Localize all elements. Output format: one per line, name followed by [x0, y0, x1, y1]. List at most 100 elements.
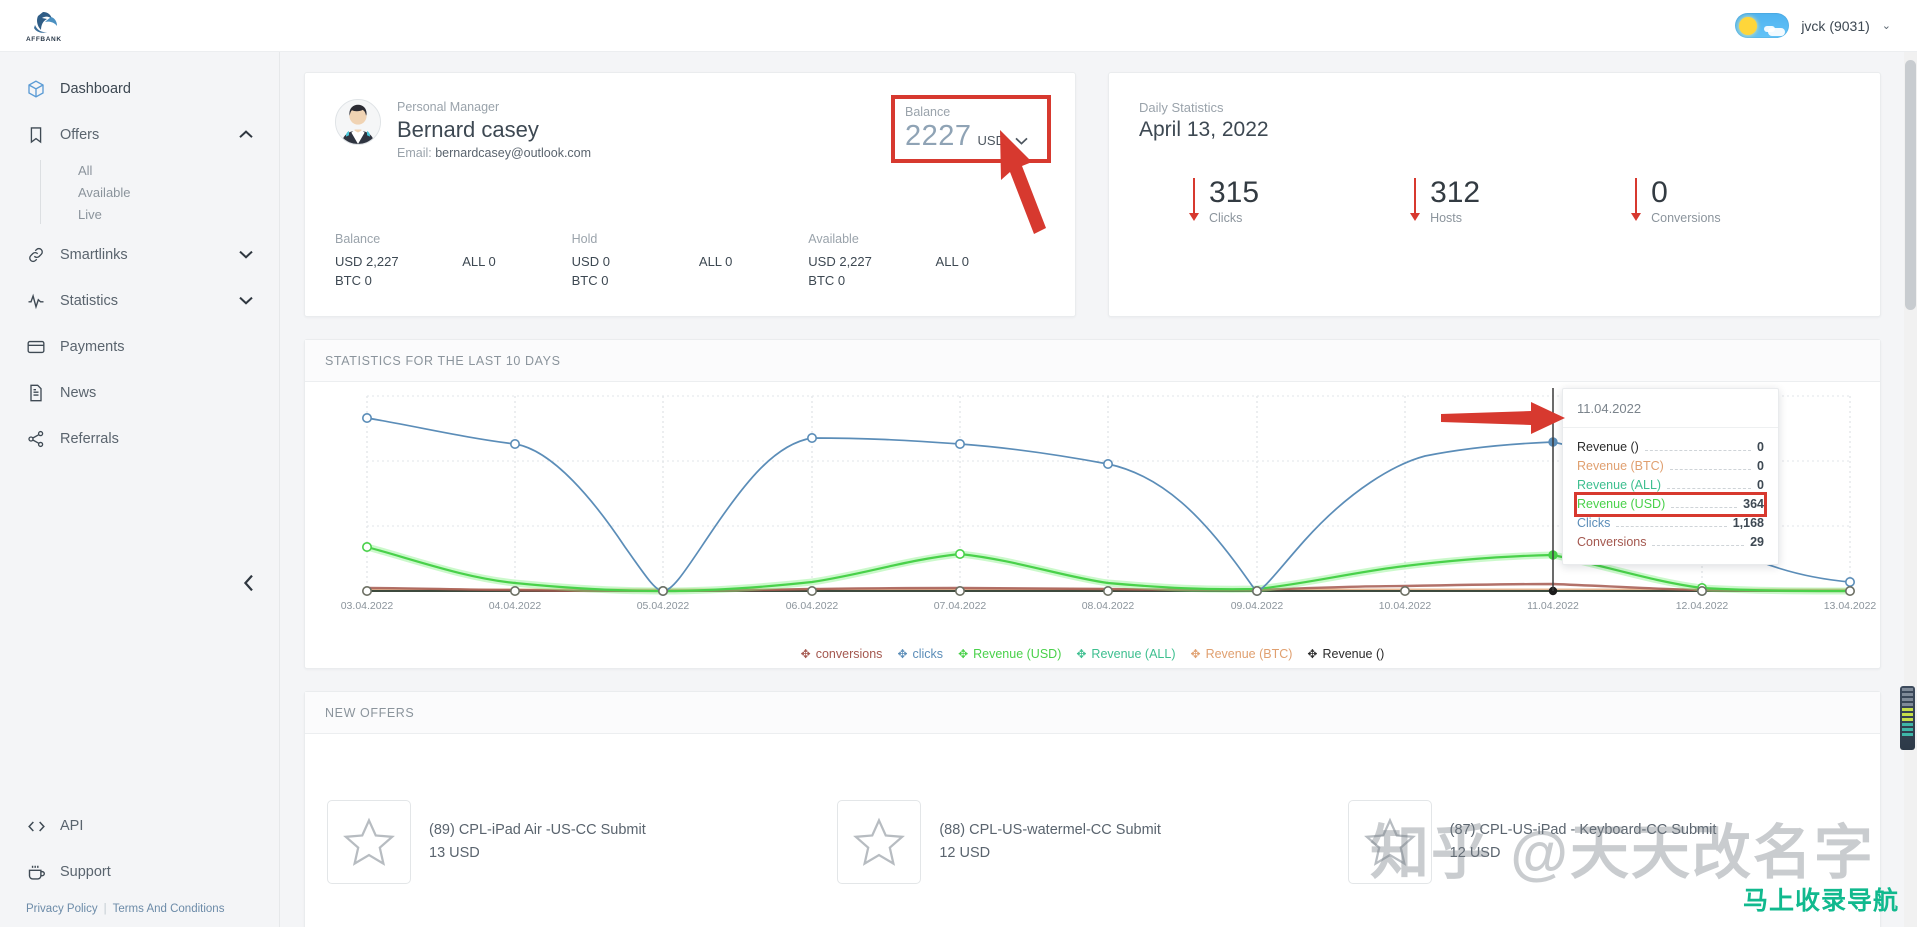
sidebar-subitem-live[interactable]: Live [0, 204, 279, 226]
legend-label: Revenue (USD) [973, 647, 1062, 661]
sidebar-item-label: Offers [60, 127, 100, 143]
offer-thumbnail [837, 800, 922, 884]
chevron-down-icon[interactable]: ⌄ [1882, 19, 1891, 32]
new-offers-card: NEW OFFERS (89) CPL-iPad Air -US-CC Subm… [304, 691, 1881, 927]
column-usd: USD 2,227 [808, 254, 872, 269]
column-all: ALL 0 [698, 254, 733, 269]
legend-item-revenue-all[interactable]: ✥ Revenue (ALL) [1076, 647, 1175, 661]
offer-text: (88) CPL-US-watermel-CC Submit 12 USD [939, 819, 1161, 865]
offer-item[interactable]: (89) CPL-iPad Air -US-CC Submit 13 USD [327, 800, 837, 884]
legend-item-revenue-btc[interactable]: ✥ Revenue (BTC) [1191, 647, 1293, 661]
personal-manager-label: Personal Manager [397, 100, 500, 114]
offer-thumbnail [327, 800, 411, 884]
offer-item[interactable]: (88) CPL-US-watermel-CC Submit 12 USD [837, 800, 1347, 884]
chevron-down-icon[interactable] [239, 295, 253, 307]
star-icon [343, 817, 395, 866]
svg-text:04.04.2022: 04.04.2022 [489, 600, 542, 612]
sidebar-item-label: Referrals [60, 431, 119, 447]
svg-text:11.04.2022: 11.04.2022 [1527, 600, 1579, 612]
sidebar-item-payments[interactable]: Payments [0, 324, 279, 370]
sidebar-item-referrals[interactable]: Referrals [0, 416, 279, 462]
privacy-policy-link[interactable]: Privacy Policy [26, 903, 98, 915]
side-widget-indicator[interactable] [1900, 686, 1915, 750]
legend-label: Revenue (BTC) [1205, 647, 1293, 661]
sidebar-collapse-button[interactable] [237, 571, 261, 595]
legend-item-conversions[interactable]: ✥ conversions [801, 647, 883, 661]
sidebar-subitem-all[interactable]: All [0, 160, 279, 182]
username-label[interactable]: jvck (9031) [1801, 18, 1869, 34]
annotation-arrow-tooltip [1439, 400, 1567, 441]
column-all: ALL 0 [462, 254, 496, 269]
svg-text:07.04.2022: 07.04.2022 [934, 600, 987, 612]
tooltip-date: 11.04.2022 [1563, 389, 1778, 428]
chevron-down-icon[interactable] [239, 249, 253, 261]
down-arrow-icon [1189, 178, 1199, 221]
offer-title: (87) CPL-US-iPad - Keyboard-CC Submit [1449, 822, 1717, 838]
column-title: Balance [335, 232, 381, 246]
link-icon [26, 245, 60, 265]
balance-column-alt: ALL 0 [462, 232, 571, 290]
metric-value: 0 [1651, 176, 1668, 209]
legend-marker-icon: ✥ [1190, 647, 1201, 661]
terms-link[interactable]: Terms And Conditions [113, 903, 225, 915]
chart-tooltip: 11.04.2022 Revenue () 0 Revenue (BTC) 0 [1441, 388, 1779, 565]
sidebar-item-statistics[interactable]: Statistics [0, 278, 279, 324]
chart-x-axis-labels: 03.04.2022 04.04.2022 05.04.2022 06.04.2… [341, 600, 1877, 612]
column-title-spacer [699, 232, 808, 246]
legal-links: Privacy Policy | Terms And Conditions [0, 895, 280, 915]
sidebar-item-label: Support [60, 864, 111, 880]
legend-item-revenue-empty[interactable]: ✥ Revenue () [1307, 647, 1384, 661]
balance-column: Balance USD 2,227 BTC 0 ALL 0 [335, 232, 572, 290]
page-scrollbar-thumb[interactable] [1905, 60, 1916, 310]
sidebar-item-label: Statistics [60, 293, 119, 309]
tooltip-dots [1669, 469, 1752, 470]
legend-marker-icon: ✥ [1307, 647, 1318, 661]
chevron-up-icon[interactable] [239, 129, 253, 141]
column-usd: USD 2,227 [335, 254, 399, 269]
widget-bar [1902, 708, 1913, 711]
svg-text:13.04.2022: 13.04.2022 [1824, 600, 1877, 612]
tooltip-value: 364 [1743, 497, 1764, 511]
sidebar-item-support[interactable]: Support [0, 849, 280, 895]
svg-text:05.04.2022: 05.04.2022 [637, 600, 690, 612]
legend-marker-icon: ✥ [958, 647, 969, 661]
metric-caption: Conversions [1651, 211, 1721, 225]
sidebar-item-dashboard[interactable]: Dashboard [0, 66, 279, 112]
sidebar-item-smartlinks[interactable]: Smartlinks [0, 232, 279, 278]
app-logo[interactable]: AFFBANK [0, 9, 280, 43]
chevron-down-icon[interactable] [1015, 133, 1028, 148]
daily-statistics-date: April 13, 2022 [1139, 118, 1269, 141]
manager-name: Bernard casey [397, 117, 539, 142]
legend-marker-icon: ✥ [800, 647, 811, 661]
balance-column: Available USD 2,227 BTC 0 ALL 0 [808, 232, 1045, 290]
sidebar-subitem-available[interactable]: Available [0, 182, 279, 204]
legend-item-revenue-usd[interactable]: ✥ Revenue (USD) [958, 647, 1061, 661]
column-title-spacer [936, 232, 1045, 246]
balance-currency: USD [977, 133, 1005, 148]
star-icon [1363, 817, 1416, 866]
column-title: Available [808, 232, 859, 246]
tooltip-row: Revenue (BTC) 0 [1577, 457, 1764, 476]
balance-breakdown: Balance USD 2,227 BTC 0 ALL 0 Hold USD 0 [335, 232, 1045, 290]
tooltip-dots [1652, 545, 1745, 546]
daily-statistics-card: Daily Statistics April 13, 2022 315 Clic… [1108, 72, 1881, 317]
chart-area[interactable]: 03.04.2022 04.04.2022 05.04.2022 06.04.2… [305, 382, 1880, 669]
statistics-chart-card: STATISTICS FOR THE LAST 10 DAYS 03.04.20… [304, 339, 1881, 669]
sidebar-item-offers[interactable]: Offers [0, 112, 279, 158]
balance-column-main: Hold USD 0 BTC 0 [572, 232, 699, 290]
offer-text: (89) CPL-iPad Air -US-CC Submit 13 USD [429, 819, 646, 865]
balance-selector[interactable]: Balance 2227 USD [891, 95, 1051, 163]
widget-bar [1902, 698, 1913, 701]
sidebar-item-api[interactable]: API [0, 803, 280, 849]
offer-item[interactable]: (87) CPL-US-iPad - Keyboard-CC Submit 12… [1347, 800, 1858, 884]
profile-text-block: Personal Manager Bernard casey Email: be… [397, 99, 591, 160]
legend-label: clicks [912, 647, 944, 661]
daily-metrics: 315 Clicks 312 Hosts 0 Conversions [1139, 176, 1850, 225]
balance-column-main: Available USD 2,227 BTC 0 [808, 232, 935, 290]
theme-toggle[interactable] [1735, 13, 1790, 38]
sidebar-item-news[interactable]: News [0, 370, 279, 416]
metric-value: 312 [1430, 176, 1481, 209]
legend-item-clicks[interactable]: ✥ clicks [897, 647, 943, 661]
top-cards-row: Personal Manager Bernard casey Email: be… [304, 72, 1893, 317]
metric-conversions: 0 Conversions [1631, 176, 1721, 225]
